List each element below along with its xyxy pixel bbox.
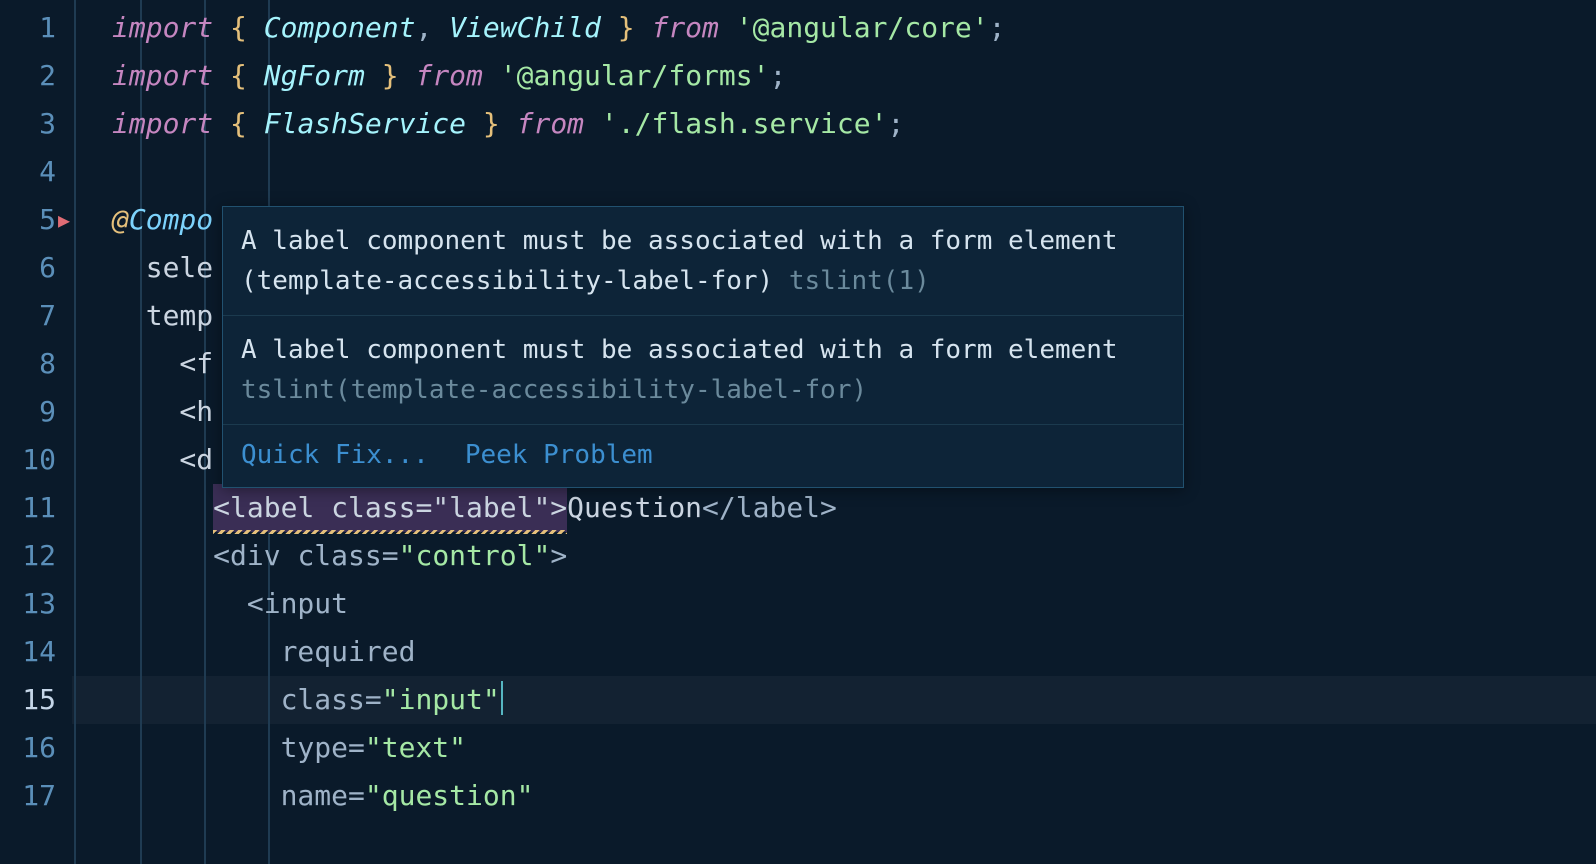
fold-collapsed-icon[interactable]: ▶ [58, 196, 70, 244]
line-number: 4 [0, 148, 74, 196]
text-cursor [501, 681, 503, 715]
line-number: 13 [0, 580, 74, 628]
code-editor[interactable]: 1 2 3 4 5 6 7 8 9 10 11 12 13 14 15 16 1… [0, 0, 1596, 864]
code-line[interactable]: import { FlashService } from './flash.se… [76, 100, 1596, 148]
code-line[interactable] [76, 148, 1596, 196]
line-number: 8 [0, 340, 74, 388]
code-line[interactable]: <input [76, 580, 1596, 628]
line-number: 10 [0, 436, 74, 484]
problem-hover-tooltip: A label component must be associated wit… [222, 206, 1184, 488]
code-line[interactable]: class="input" [76, 676, 1596, 724]
line-number: 16 [0, 724, 74, 772]
problem-message: A label component must be associated wit… [223, 316, 1183, 425]
line-number: 11 [0, 484, 74, 532]
line-number: 14 [0, 628, 74, 676]
code-line[interactable]: import { Component, ViewChild } from '@a… [76, 4, 1596, 52]
line-number: 6 [0, 244, 74, 292]
line-number: 2 [0, 52, 74, 100]
gutter: 1 2 3 4 5 6 7 8 9 10 11 12 13 14 15 16 1… [0, 0, 74, 864]
code-line[interactable]: name="question" [76, 772, 1596, 820]
code-line[interactable]: <label class="label">Question</label> [76, 484, 1596, 532]
line-number: 12 [0, 532, 74, 580]
line-number: 1 [0, 4, 74, 52]
code-line[interactable]: required [76, 628, 1596, 676]
lint-warning-span[interactable]: <label class="label"> [213, 484, 567, 532]
line-number: 17 [0, 772, 74, 820]
quick-fix-link[interactable]: Quick Fix... [241, 435, 429, 475]
line-number: 9 [0, 388, 74, 436]
code-line[interactable]: import { NgForm } from '@angular/forms'; [76, 52, 1596, 100]
line-number: 3 [0, 100, 74, 148]
code-line[interactable]: type="text" [76, 724, 1596, 772]
problem-actions: Quick Fix... Peek Problem [223, 425, 1183, 487]
line-number: 7 [0, 292, 74, 340]
problem-message: A label component must be associated wit… [223, 207, 1183, 316]
line-number: 15 [0, 676, 74, 724]
code-line[interactable]: <div class="control"> [76, 532, 1596, 580]
peek-problem-link[interactable]: Peek Problem [465, 435, 653, 475]
